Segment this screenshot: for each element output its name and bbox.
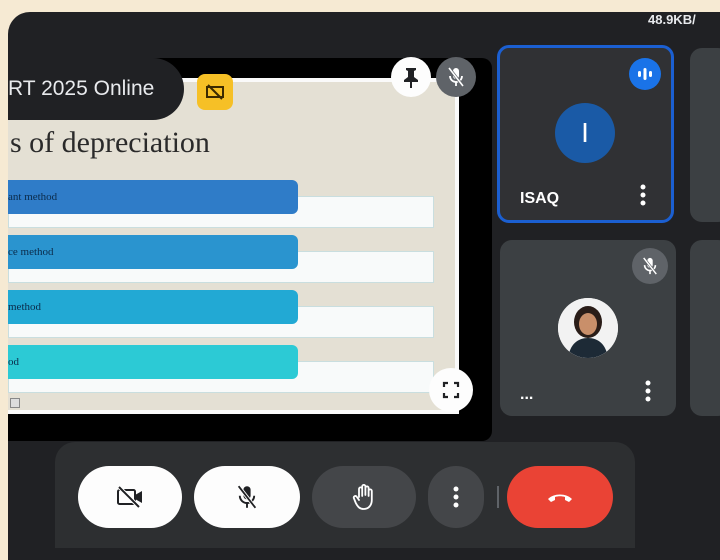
more-options-button[interactable] xyxy=(428,466,484,528)
raise-hand-button[interactable] xyxy=(312,466,416,528)
more-vert-icon xyxy=(453,486,459,508)
slide-list-item: ce method xyxy=(8,235,434,283)
mic-toggle-button[interactable] xyxy=(194,466,300,528)
speaking-indicator-icon xyxy=(629,58,661,90)
fullscreen-icon[interactable] xyxy=(429,368,473,412)
avatar xyxy=(558,298,618,358)
slide-bar-label: method xyxy=(8,290,298,324)
raise-hand-icon xyxy=(352,484,373,510)
participant-tile-partial[interactable] xyxy=(690,240,720,416)
mic-off-icon xyxy=(632,248,668,284)
camera-toggle-button[interactable] xyxy=(78,466,182,528)
call-control-bar xyxy=(55,442,635,548)
meeting-title-pill: RT 2025 Online xyxy=(8,58,184,120)
end-call-button[interactable] xyxy=(507,466,613,528)
divider xyxy=(497,486,499,508)
participant-name: ... xyxy=(520,386,534,403)
more-options-icon[interactable] xyxy=(635,182,651,208)
slide-footer-icon xyxy=(10,398,20,408)
slide-heading: s of depreciation xyxy=(10,126,210,159)
shared-slide: s of depreciation ant method ce method met… xyxy=(8,78,459,414)
participant-tile-2[interactable]: ... xyxy=(500,240,676,416)
slide-list-item: method xyxy=(8,290,434,338)
slide-list-item: od xyxy=(8,345,434,393)
slide-list-item: ant method xyxy=(8,180,434,228)
slide-bar-label: ce method xyxy=(8,235,298,269)
slide-bar-label: od xyxy=(8,345,298,379)
no-video-icon xyxy=(197,74,233,110)
participant-tile-partial[interactable] xyxy=(690,48,720,222)
camera-off-icon xyxy=(117,485,142,509)
more-options-icon[interactable] xyxy=(640,378,656,404)
participant-tile-isaq[interactable]: I ISAQ xyxy=(497,45,674,223)
participant-name: ISAQ xyxy=(520,190,560,207)
pin-icon[interactable] xyxy=(391,57,431,97)
presenter-mic-off-icon xyxy=(436,57,476,97)
meeting-title: RT 2025 Online xyxy=(8,77,155,100)
end-call-icon xyxy=(548,494,572,502)
mic-off-icon xyxy=(237,485,257,509)
slide-bar-label: ant method xyxy=(8,180,298,214)
network-speed: 48.9KB/ xyxy=(648,12,696,27)
avatar: I xyxy=(555,103,615,163)
